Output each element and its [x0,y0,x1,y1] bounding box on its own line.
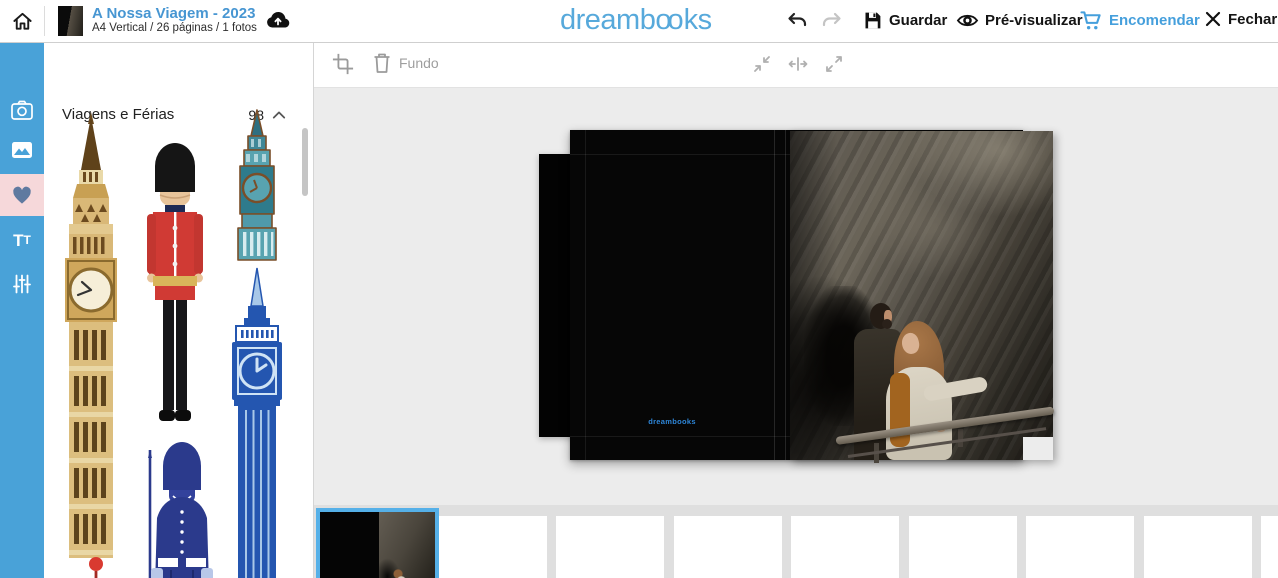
save-button[interactable]: Guardar [862,10,947,31]
home-button[interactable] [11,10,34,36]
trash-icon [372,52,392,74]
clipart-panel: Viagens e Férias 98 [44,42,313,578]
shrink-layout-button[interactable] [752,54,772,77]
spine-guide-left [774,130,775,460]
sticker-big-ben-watercolor-teal[interactable] [224,108,290,271]
eye-icon [956,10,979,31]
sticker-map-pin-red[interactable] [86,556,106,578]
editor-toolbar: Fundo [314,42,1278,88]
crop-button[interactable] [332,53,354,78]
image-icon [10,140,34,160]
page-thumbnail[interactable] [439,516,547,578]
thumb-back-cover [320,512,379,578]
preview-label: Pré-visualizar [985,12,1083,29]
sticker-royal-guard-navy[interactable] [143,438,221,578]
expand-layout-button[interactable] [824,54,844,77]
save-label: Guardar [889,12,947,29]
camera-icon [10,99,34,121]
panel-scrollbar[interactable] [302,128,308,196]
background-delete-button[interactable]: Fundo [372,52,439,74]
sticker-royal-guard-red[interactable] [133,128,217,433]
cover-photo[interactable] [790,131,1053,460]
thumb-front-cover [379,512,435,578]
cover-brand-logo: dreambooks [570,417,774,426]
save-icon [862,10,883,31]
page-thumbnail-selected[interactable] [316,508,439,578]
home-icon [11,10,34,33]
panel-divider [313,42,314,578]
swap-horizontal-icon [788,54,808,74]
project-thumbnail [58,6,83,36]
page-thumbnail[interactable] [791,516,899,578]
tool-rail: TT [0,42,44,578]
project-meta: A4 Vertical / 26 páginas / 1 fotos [92,22,257,35]
preview-button[interactable]: Pré-visualizar [956,10,1083,31]
page-thumbnail[interactable] [1026,516,1134,578]
order-button[interactable]: Encomendar [1080,10,1200,31]
sticker-big-ben-gold[interactable] [58,112,124,563]
order-label: Encomendar [1109,12,1200,29]
text-tool-icon: T [13,232,23,249]
rail-backgrounds-button[interactable] [0,129,44,171]
swap-horizontal-button[interactable] [788,54,808,77]
sticker-big-ben-outline-blue[interactable] [222,266,292,578]
rail-text-button[interactable]: TT [0,219,44,261]
dreambooks-logo: dreambooks [560,4,712,37]
photo-man-beard [882,319,892,329]
undo-icon [786,11,808,31]
close-label: Fechar [1228,11,1277,28]
redo-icon [821,11,843,31]
page-thumbnail[interactable] [909,516,1017,578]
page-thumbnail[interactable] [1144,516,1252,578]
heart-icon [11,185,33,205]
close-icon [1204,10,1222,28]
photo-overflow-mask [1023,437,1053,460]
tune-icon [11,273,33,295]
rail-cliparts-button[interactable] [0,174,44,216]
page-thumbnail[interactable] [1261,516,1278,578]
cart-icon [1080,10,1103,31]
expand-icon [824,54,844,74]
project-title: A Nossa Viagem - 2023 [92,6,257,22]
page-thumbnail[interactable] [674,516,782,578]
trim-guide-left [585,130,586,460]
redo-button[interactable] [821,11,843,34]
spine-guide-right [785,130,786,460]
top-bar: A Nossa Viagem - 2023 A4 Vertical / 26 p… [0,0,1278,43]
photobook-editor: A Nossa Viagem - 2023 A4 Vertical / 26 p… [0,0,1278,578]
rail-photos-button[interactable] [0,89,44,131]
topbar-divider [44,6,45,36]
close-button[interactable]: Fechar [1204,10,1277,28]
background-label: Fundo [399,55,439,71]
crop-icon [332,53,354,75]
page-thumbnail[interactable] [556,516,664,578]
undo-button[interactable] [786,11,808,34]
rail-settings-button[interactable] [0,263,44,305]
shrink-icon [752,54,772,74]
cloud-upload-icon [265,9,291,38]
